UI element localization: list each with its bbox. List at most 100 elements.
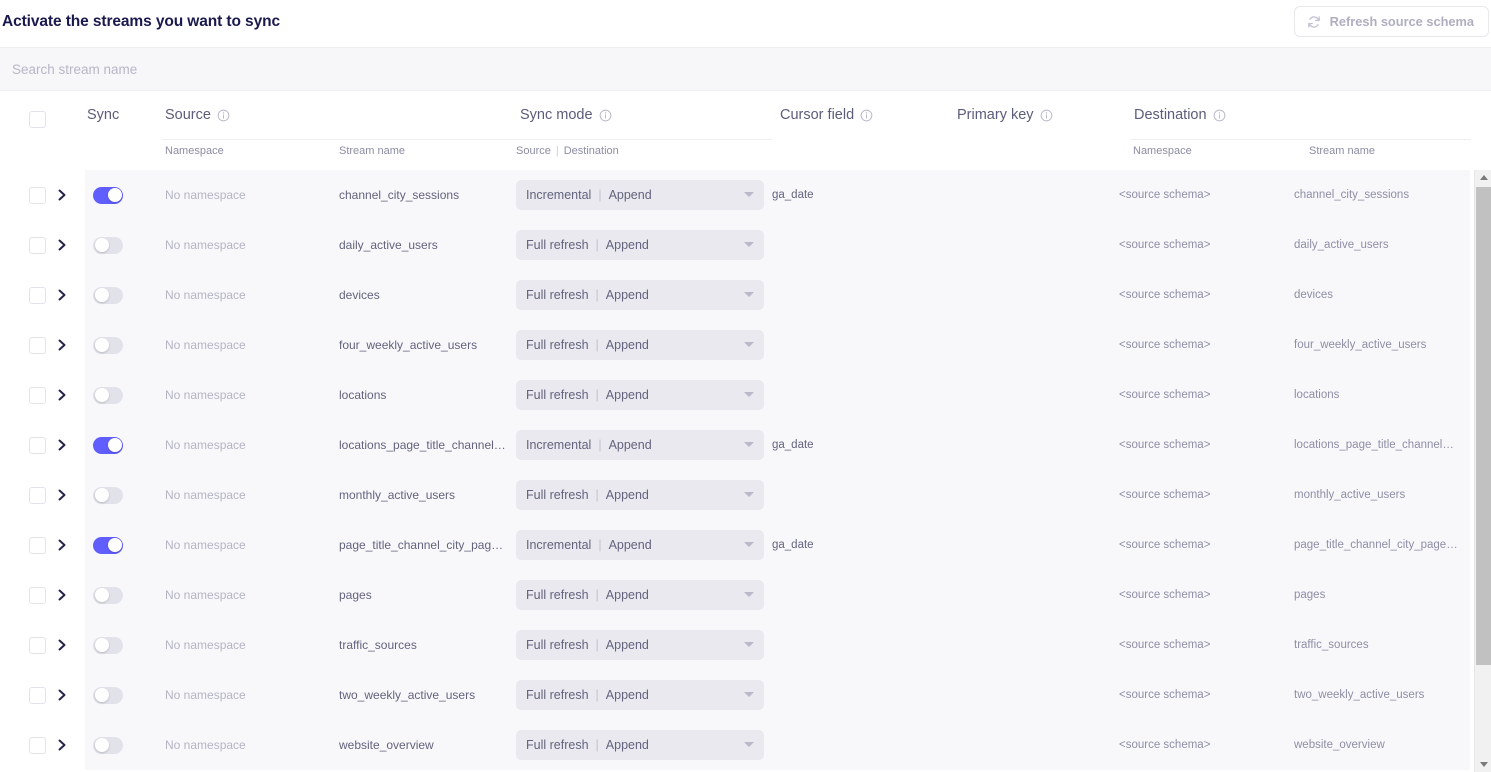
row-primary-key-cell[interactable] — [957, 370, 1127, 420]
table-row[interactable]: No namespace channel_city_sessions Incre… — [0, 170, 1470, 220]
sync-toggle[interactable] — [93, 186, 123, 204]
sync-toggle[interactable] — [93, 686, 123, 704]
chevron-right-icon[interactable] — [56, 288, 68, 302]
row-select-checkbox[interactable] — [29, 236, 46, 254]
chevron-down-icon[interactable] — [744, 742, 754, 747]
info-icon[interactable] — [1213, 109, 1226, 122]
chevron-right-icon[interactable] — [56, 488, 68, 502]
row-cursor-field-cell[interactable] — [772, 320, 947, 370]
chevron-down-icon[interactable] — [744, 492, 754, 497]
table-row[interactable]: No namespace devices Full refresh | Appe… — [0, 270, 1470, 320]
row-select-checkbox[interactable] — [29, 386, 46, 404]
row-cursor-field-cell[interactable] — [772, 370, 947, 420]
chevron-right-icon[interactable] — [56, 438, 68, 452]
table-row[interactable]: No namespace two_weekly_active_users Ful… — [0, 670, 1470, 720]
info-icon[interactable] — [860, 109, 873, 122]
sync-mode-dropdown[interactable]: Incremental | Append — [516, 530, 764, 560]
sync-mode-dropdown[interactable]: Full refresh | Append — [516, 580, 764, 610]
row-primary-key-cell[interactable] — [957, 670, 1127, 720]
sync-toggle[interactable] — [93, 536, 123, 554]
sync-toggle[interactable] — [93, 736, 123, 754]
table-row[interactable]: No namespace daily_active_users Full ref… — [0, 220, 1470, 270]
row-primary-key-cell[interactable] — [957, 320, 1127, 370]
table-row[interactable]: No namespace website_overview Full refre… — [0, 720, 1470, 770]
table-row[interactable]: No namespace monthly_active_users Full r… — [0, 470, 1470, 520]
sync-toggle[interactable] — [93, 486, 123, 504]
chevron-down-icon[interactable] — [744, 342, 754, 347]
row-select-checkbox[interactable] — [29, 586, 46, 604]
info-icon[interactable] — [599, 109, 612, 122]
row-primary-key-cell[interactable] — [957, 470, 1127, 520]
table-row[interactable]: No namespace locations_page_title_channe… — [0, 420, 1470, 470]
row-select-checkbox[interactable] — [29, 486, 46, 504]
sync-mode-dropdown[interactable]: Full refresh | Append — [516, 330, 764, 360]
sync-mode-dropdown[interactable]: Incremental | Append — [516, 430, 764, 460]
sync-toggle[interactable] — [93, 636, 123, 654]
info-icon[interactable] — [217, 109, 230, 122]
chevron-right-icon[interactable] — [56, 688, 68, 702]
row-select-checkbox[interactable] — [29, 436, 46, 454]
table-row[interactable]: No namespace locations Full refresh | Ap… — [0, 370, 1470, 420]
row-primary-key-cell[interactable] — [957, 420, 1127, 470]
sync-mode-dropdown[interactable]: Full refresh | Append — [516, 230, 764, 260]
row-cursor-field-cell[interactable] — [772, 570, 947, 620]
row-select-checkbox[interactable] — [29, 336, 46, 354]
table-row[interactable]: No namespace page_title_channel_city_pag… — [0, 520, 1470, 570]
table-row[interactable]: No namespace pages Full refresh | Append… — [0, 570, 1470, 620]
sync-mode-dropdown[interactable]: Full refresh | Append — [516, 680, 764, 710]
row-select-checkbox[interactable] — [29, 686, 46, 704]
row-cursor-field-cell[interactable] — [772, 620, 947, 670]
chevron-right-icon[interactable] — [56, 588, 68, 602]
row-cursor-field-cell[interactable]: ga_date — [772, 420, 947, 470]
sync-toggle[interactable] — [93, 236, 123, 254]
row-select-checkbox[interactable] — [29, 186, 46, 204]
chevron-right-icon[interactable] — [56, 188, 68, 202]
chevron-right-icon[interactable] — [56, 388, 68, 402]
row-cursor-field-cell[interactable] — [772, 470, 947, 520]
row-select-checkbox[interactable] — [29, 286, 46, 304]
row-primary-key-cell[interactable] — [957, 170, 1127, 220]
row-primary-key-cell[interactable] — [957, 520, 1127, 570]
sync-toggle[interactable] — [93, 286, 123, 304]
row-cursor-field-cell[interactable]: ga_date — [772, 170, 947, 220]
sync-mode-dropdown[interactable]: Full refresh | Append — [516, 280, 764, 310]
row-primary-key-cell[interactable] — [957, 270, 1127, 320]
info-icon[interactable] — [1040, 109, 1053, 122]
row-cursor-field-cell[interactable] — [772, 220, 947, 270]
row-select-checkbox[interactable] — [29, 636, 46, 654]
sync-toggle[interactable] — [93, 586, 123, 604]
sync-toggle[interactable] — [93, 436, 123, 454]
row-cursor-field-cell[interactable] — [772, 670, 947, 720]
scrollbar-thumb[interactable] — [1476, 187, 1491, 665]
table-row[interactable]: No namespace traffic_sources Full refres… — [0, 620, 1470, 670]
row-cursor-field-cell[interactable] — [772, 720, 947, 770]
chevron-right-icon[interactable] — [56, 638, 68, 652]
sync-mode-dropdown[interactable]: Full refresh | Append — [516, 380, 764, 410]
row-select-checkbox[interactable] — [29, 536, 46, 554]
refresh-source-schema-button[interactable]: Refresh source schema — [1293, 6, 1489, 37]
row-primary-key-cell[interactable] — [957, 620, 1127, 670]
search-input[interactable] — [0, 48, 1491, 90]
scroll-up-arrow-icon[interactable] — [1475, 170, 1491, 185]
chevron-down-icon[interactable] — [744, 442, 754, 447]
row-primary-key-cell[interactable] — [957, 570, 1127, 620]
chevron-down-icon[interactable] — [744, 692, 754, 697]
row-primary-key-cell[interactable] — [957, 220, 1127, 270]
chevron-right-icon[interactable] — [56, 538, 68, 552]
sync-toggle[interactable] — [93, 386, 123, 404]
row-select-checkbox[interactable] — [29, 736, 46, 754]
vertical-scrollbar[interactable] — [1474, 170, 1491, 772]
chevron-down-icon[interactable] — [744, 542, 754, 547]
sync-mode-dropdown[interactable]: Full refresh | Append — [516, 730, 764, 760]
row-cursor-field-cell[interactable] — [772, 270, 947, 320]
chevron-down-icon[interactable] — [744, 592, 754, 597]
chevron-down-icon[interactable] — [744, 642, 754, 647]
row-primary-key-cell[interactable] — [957, 720, 1127, 770]
sync-mode-dropdown[interactable]: Full refresh | Append — [516, 480, 764, 510]
chevron-right-icon[interactable] — [56, 738, 68, 752]
sync-mode-dropdown[interactable]: Full refresh | Append — [516, 630, 764, 660]
chevron-down-icon[interactable] — [744, 392, 754, 397]
chevron-down-icon[interactable] — [744, 292, 754, 297]
table-row[interactable]: No namespace four_weekly_active_users Fu… — [0, 320, 1470, 370]
chevron-down-icon[interactable] — [744, 242, 754, 247]
